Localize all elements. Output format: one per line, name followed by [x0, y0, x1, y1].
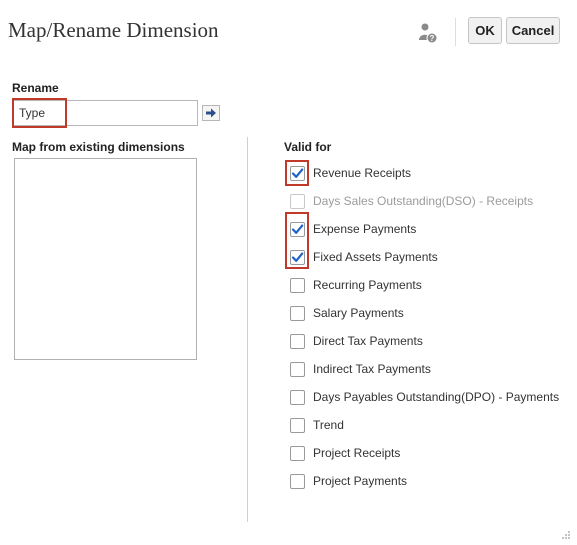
- valid-for-item-label: Project Receipts: [313, 446, 401, 460]
- valid-for-checkbox[interactable]: [290, 333, 305, 349]
- user-help-icon[interactable]: ?: [418, 22, 438, 44]
- column-divider: [247, 137, 248, 522]
- valid-for-checkbox[interactable]: [290, 473, 305, 489]
- ok-button[interactable]: OK: [468, 17, 502, 44]
- cancel-button[interactable]: Cancel: [506, 17, 560, 44]
- valid-for-checkbox: [290, 193, 305, 209]
- valid-for-checkbox[interactable]: [290, 305, 305, 321]
- valid-for-item-label: Days Sales Outstanding(DSO) - Receipts: [313, 194, 534, 208]
- valid-for-item[interactable]: Expense Payments: [290, 219, 416, 239]
- valid-for-item-label: Fixed Assets Payments: [313, 250, 438, 264]
- valid-for-checkbox[interactable]: [290, 221, 305, 237]
- valid-for-item[interactable]: Salary Payments: [290, 303, 404, 323]
- valid-for-checkbox[interactable]: [290, 249, 305, 265]
- rename-input[interactable]: [12, 100, 198, 126]
- valid-for-checkbox[interactable]: [290, 361, 305, 377]
- dialog-title: Map/Rename Dimension: [8, 18, 219, 42]
- valid-for-item[interactable]: Project Payments: [290, 471, 407, 491]
- valid-for-checkbox[interactable]: [290, 445, 305, 461]
- valid-for-item[interactable]: Indirect Tax Payments: [290, 359, 431, 379]
- valid-for-item-label: Salary Payments: [313, 306, 404, 320]
- valid-for-item: Days Sales Outstanding(DSO) - Receipts: [290, 191, 533, 211]
- valid-for-item-label: Expense Payments: [313, 222, 417, 236]
- map-label: Map from existing dimensions: [12, 140, 185, 154]
- valid-for-item[interactable]: Direct Tax Payments: [290, 331, 423, 351]
- valid-for-item[interactable]: Days Payables Outstanding(DPO) - Payment…: [290, 387, 559, 407]
- valid-for-item-label: Recurring Payments: [313, 278, 422, 292]
- valid-for-item[interactable]: Trend: [290, 415, 344, 435]
- toolbar-separator: [455, 18, 456, 46]
- valid-for-item[interactable]: Recurring Payments: [290, 275, 422, 295]
- resize-grip-icon[interactable]: [561, 527, 571, 539]
- valid-for-item[interactable]: Project Receipts: [290, 443, 400, 463]
- valid-for-item-label: Revenue Receipts: [313, 166, 412, 180]
- svg-text:?: ?: [430, 34, 435, 43]
- valid-for-checkbox[interactable]: [290, 389, 305, 405]
- valid-for-checkbox[interactable]: [290, 277, 305, 293]
- valid-for-label: Valid for: [284, 140, 332, 154]
- valid-for-item-label: Trend: [313, 418, 344, 432]
- dimension-listbox[interactable]: [14, 158, 197, 360]
- valid-for-item[interactable]: Fixed Assets Payments: [290, 247, 438, 267]
- valid-for-item-label: Indirect Tax Payments: [313, 362, 431, 376]
- valid-for-item-label: Project Payments: [313, 474, 408, 488]
- valid-for-item-label: Days Payables Outstanding(DPO) - Payment…: [313, 390, 560, 404]
- valid-for-item-label: Direct Tax Payments: [313, 334, 423, 348]
- valid-for-checkbox[interactable]: [290, 165, 305, 181]
- rename-label: Rename: [12, 81, 59, 95]
- valid-for-item[interactable]: Revenue Receipts: [290, 163, 411, 183]
- valid-for-checkbox[interactable]: [290, 417, 305, 433]
- arrow-right-icon[interactable]: [202, 105, 220, 121]
